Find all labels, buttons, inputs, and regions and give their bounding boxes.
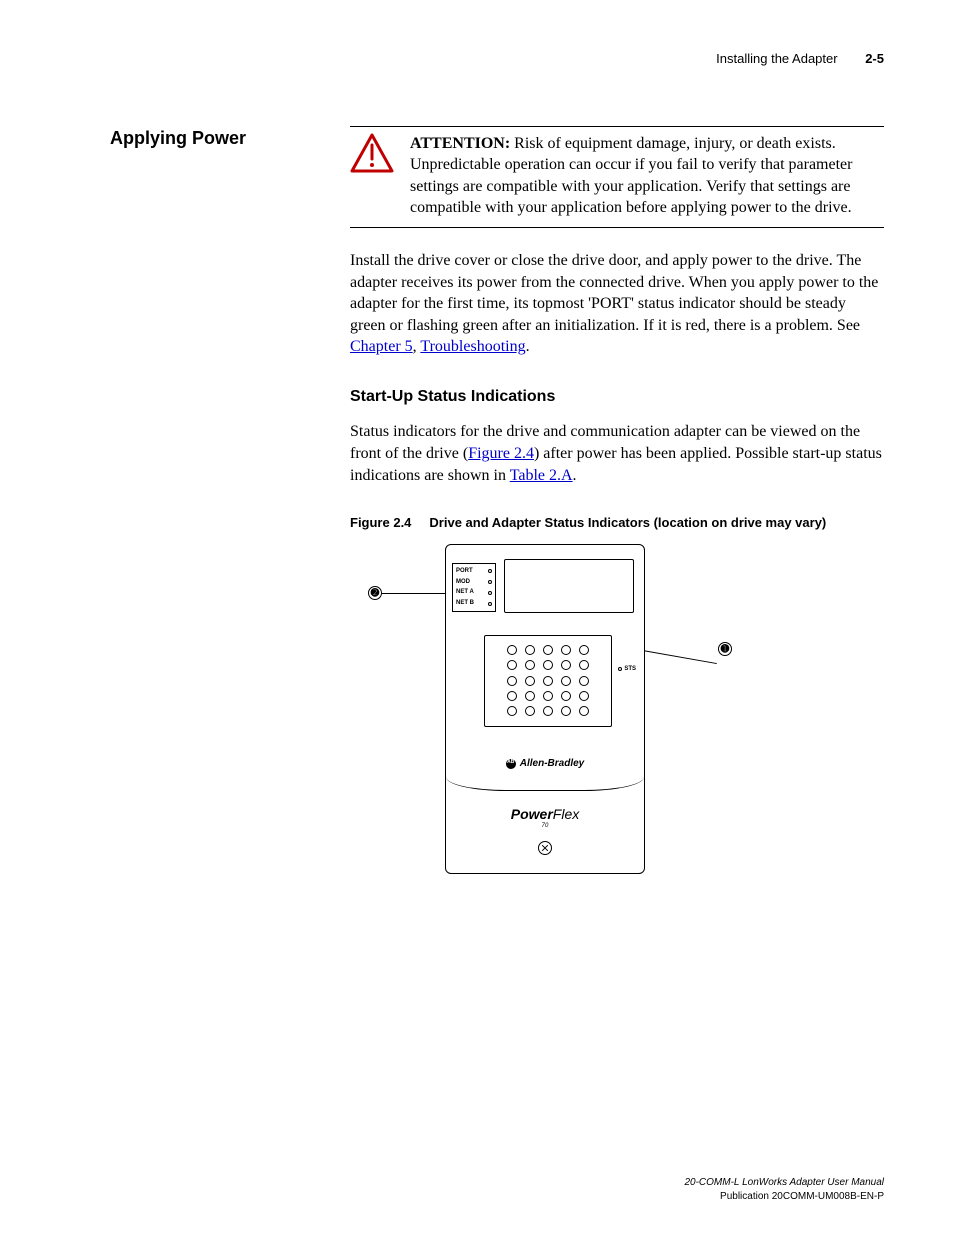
sts-led-icon — [618, 667, 622, 671]
hmi-display — [504, 559, 634, 613]
link-chapter-5[interactable]: Chapter 5 — [350, 338, 413, 355]
page-footer: 20-COMM-L LonWorks Adapter User Manual P… — [684, 1176, 884, 1203]
figure-label: Figure 2.4 — [350, 515, 411, 530]
attention-box: ATTENTION: Risk of equipment damage, inj… — [350, 126, 884, 228]
screw-icon — [538, 841, 552, 855]
product-label: PowerFlex 70 — [446, 805, 644, 830]
keypad — [484, 635, 612, 727]
adapter-status-block: PORT MOD NET A NET B — [452, 563, 496, 612]
section-heading: Applying Power — [110, 126, 350, 150]
header-page-number: 2-5 — [865, 51, 884, 66]
page-header: Installing the Adapter 2-5 — [110, 50, 884, 68]
callout-2: ➋ — [368, 586, 382, 600]
sts-indicator: STS — [618, 665, 636, 673]
sub-heading: Start-Up Status Indications — [350, 386, 884, 408]
callout-1: ➊ — [718, 642, 732, 656]
neta-led-icon — [488, 591, 492, 595]
figure-caption-text: Drive and Adapter Status Indicators (loc… — [429, 515, 826, 530]
body-paragraph-1: Install the drive cover or close the dri… — [350, 250, 884, 358]
callout-2-leader — [382, 593, 451, 594]
ab-logo-icon — [506, 759, 516, 769]
port-led-icon — [488, 569, 492, 573]
callout-1-leader — [637, 649, 717, 664]
figure-2-4: ➋ ➊ PORT MOD NET A NET B — [360, 542, 790, 882]
body-paragraph-2: Status indicators for the drive and comm… — [350, 421, 884, 486]
mod-led-icon — [488, 580, 492, 584]
figure-caption: Figure 2.4 Drive and Adapter Status Indic… — [350, 514, 884, 532]
drive-illustration: PORT MOD NET A NET B — [445, 544, 645, 874]
attention-text: ATTENTION: Risk of equipment damage, inj… — [410, 133, 884, 219]
link-figure-2-4[interactable]: Figure 2.4 — [468, 445, 534, 462]
header-title: Installing the Adapter — [716, 51, 837, 66]
link-table-2-a[interactable]: Table 2.A — [510, 467, 573, 484]
attention-icon — [350, 133, 394, 219]
attention-lead: ATTENTION: — [410, 135, 510, 152]
link-troubleshooting[interactable]: Troubleshooting — [420, 338, 525, 355]
netb-led-icon — [488, 602, 492, 606]
footer-publication: Publication 20COMM-UM008B-EN-P — [684, 1190, 884, 1204]
drive-divider — [446, 777, 644, 791]
brand-label: Allen-Bradley — [446, 757, 644, 771]
footer-manual-title: 20-COMM-L LonWorks Adapter User Manual — [684, 1176, 884, 1190]
